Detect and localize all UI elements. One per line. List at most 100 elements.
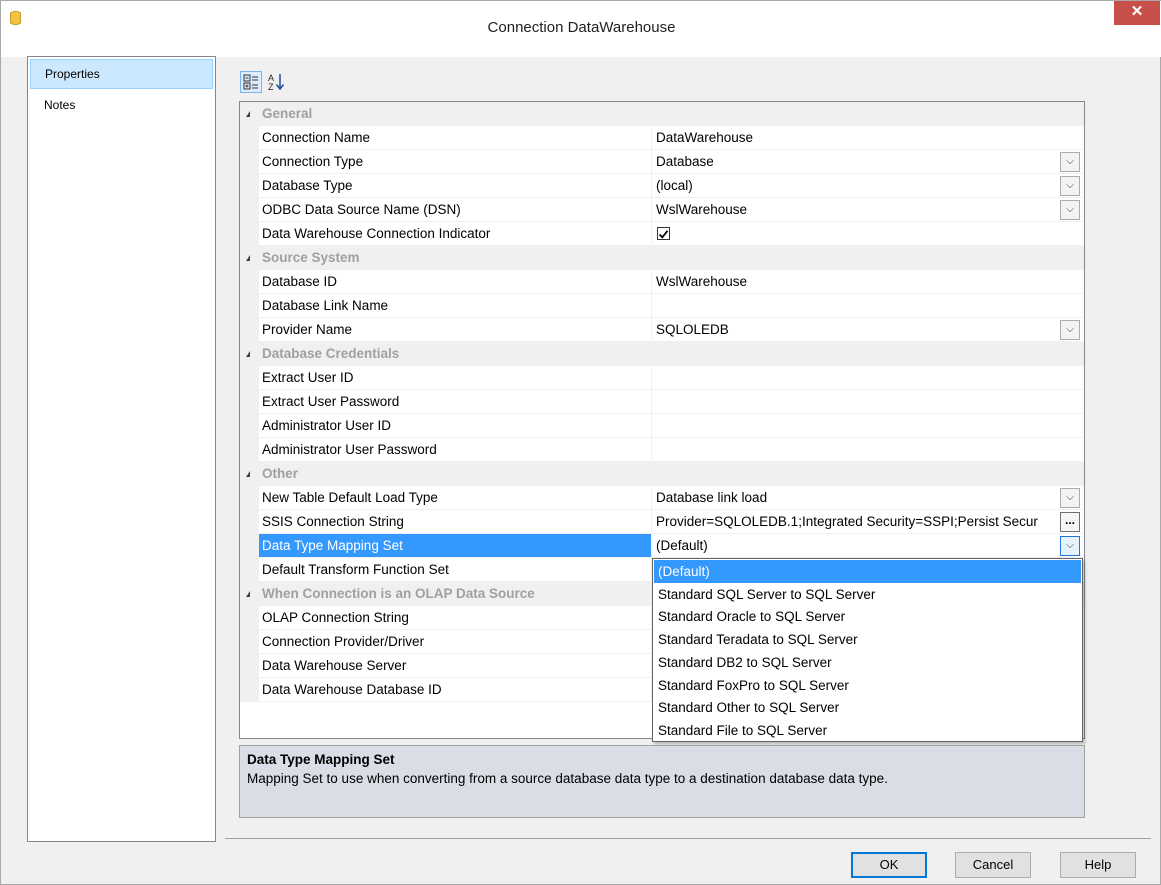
property-name[interactable]: Database Link Name xyxy=(259,294,652,318)
property-row[interactable]: SSIS Connection String Provider=SQLOLEDB.… xyxy=(240,510,1084,534)
ok-button[interactable]: OK xyxy=(851,852,927,878)
row-gutter xyxy=(240,438,259,462)
property-name[interactable]: Data Type Mapping Set xyxy=(259,534,652,558)
property-row[interactable]: Extract User Password xyxy=(240,390,1084,414)
row-gutter xyxy=(240,222,259,246)
close-button[interactable]: ✕ xyxy=(1114,1,1160,25)
row-gutter xyxy=(240,510,259,534)
category-row[interactable]: Source System xyxy=(240,246,1084,270)
property-row[interactable]: Database Link Name xyxy=(240,294,1084,318)
property-name[interactable]: Database Type xyxy=(259,174,652,198)
row-gutter xyxy=(240,606,259,630)
cancel-button[interactable]: Cancel xyxy=(955,852,1031,878)
alphabetical-sort-button[interactable]: A Z xyxy=(265,71,287,93)
property-value[interactable] xyxy=(652,414,1084,438)
row-gutter xyxy=(240,630,259,654)
chevron-down-icon: ⌵ xyxy=(1066,180,1074,191)
row-gutter xyxy=(240,318,259,342)
dropdown-button[interactable]: ⌵ xyxy=(1060,536,1080,556)
property-value[interactable]: Database link load xyxy=(652,486,1084,510)
property-row[interactable]: New Table Default Load Type Database link… xyxy=(240,486,1084,510)
property-name[interactable]: SSIS Connection String xyxy=(259,510,652,534)
dropdown-option[interactable]: Standard File to SQL Server xyxy=(654,719,1081,742)
dropdown-option[interactable]: Standard Teradata to SQL Server xyxy=(654,628,1081,651)
row-gutter xyxy=(240,366,259,390)
property-value[interactable] xyxy=(652,366,1084,390)
property-row[interactable]: Database Type (local) ⌵ xyxy=(240,174,1084,198)
property-value[interactable]: DataWarehouse xyxy=(652,126,1084,150)
property-row[interactable]: Administrator User Password xyxy=(240,438,1084,462)
dropdown-button[interactable]: ⌵ xyxy=(1060,200,1080,220)
nav-item-properties[interactable]: Properties xyxy=(30,59,213,89)
dropdown-option[interactable]: Standard Oracle to SQL Server xyxy=(654,605,1081,628)
property-name[interactable]: Connection Type xyxy=(259,150,652,174)
dropdown-option[interactable]: Standard DB2 to SQL Server xyxy=(654,651,1081,674)
property-value[interactable]: WslWarehouse xyxy=(652,270,1084,294)
property-value[interactable] xyxy=(652,438,1084,462)
property-value[interactable]: Database xyxy=(652,150,1084,174)
property-name[interactable]: Database ID xyxy=(259,270,652,294)
dropdown-option[interactable]: Standard Other to SQL Server xyxy=(654,696,1081,719)
property-name[interactable]: Administrator User ID xyxy=(259,414,652,438)
property-row[interactable]: Connection Name DataWarehouse xyxy=(240,126,1084,150)
row-gutter xyxy=(240,558,259,582)
property-name[interactable]: OLAP Connection String xyxy=(259,606,652,630)
checkbox[interactable] xyxy=(657,227,670,240)
property-name[interactable]: Default Transform Function Set xyxy=(259,558,652,582)
categorized-view-button[interactable] xyxy=(240,71,262,93)
chevron-down-icon: ⌵ xyxy=(1066,324,1074,335)
ellipsis-button[interactable]: ... xyxy=(1060,512,1080,532)
category-row[interactable]: Database Credentials xyxy=(240,342,1084,366)
description-text: Mapping Set to use when converting from … xyxy=(247,771,888,786)
chevron-down-icon: ⌵ xyxy=(1066,540,1074,551)
dropdown-option[interactable]: Standard FoxPro to SQL Server xyxy=(654,674,1081,697)
svg-text:Z: Z xyxy=(268,82,274,92)
nav-item-notes[interactable]: Notes xyxy=(30,90,213,120)
property-name[interactable]: Provider Name xyxy=(259,318,652,342)
property-row[interactable]: Connection Type Database ⌵ xyxy=(240,150,1084,174)
row-gutter xyxy=(240,150,259,174)
property-value[interactable] xyxy=(652,222,1084,246)
help-button[interactable]: Help xyxy=(1060,852,1136,878)
row-gutter xyxy=(240,534,259,558)
dropdown-option[interactable]: Standard SQL Server to SQL Server xyxy=(654,583,1081,606)
dropdown-button[interactable]: ⌵ xyxy=(1060,152,1080,172)
property-row[interactable]: Data Warehouse Connection Indicator xyxy=(240,222,1084,246)
property-value[interactable]: WslWarehouse xyxy=(652,198,1084,222)
property-name[interactable]: Connection Provider/Driver xyxy=(259,630,652,654)
property-name[interactable]: ODBC Data Source Name (DSN) xyxy=(259,198,652,222)
chevron-down-icon: ⌵ xyxy=(1066,156,1074,167)
property-row[interactable]: Database ID WslWarehouse xyxy=(240,270,1084,294)
property-name[interactable]: Extract User Password xyxy=(259,390,652,414)
property-name[interactable]: Data Warehouse Server xyxy=(259,654,652,678)
property-value[interactable]: SQLOLEDB xyxy=(652,318,1084,342)
property-value[interactable]: (Default) xyxy=(652,534,1084,558)
property-row[interactable]: Data Type Mapping Set (Default) ⌵ xyxy=(240,534,1084,558)
dropdown-button[interactable]: ⌵ xyxy=(1060,320,1080,340)
chevron-down-icon: ⌵ xyxy=(1066,492,1074,503)
property-name[interactable]: Data Warehouse Database ID xyxy=(259,678,652,702)
property-value[interactable]: (local) xyxy=(652,174,1084,198)
dropdown-button[interactable]: ⌵ xyxy=(1060,488,1080,508)
category-label: General xyxy=(262,106,313,121)
mapping-set-dropdown-list[interactable]: (Default) Standard SQL Server to SQL Serv… xyxy=(652,558,1083,742)
category-row[interactable]: Other xyxy=(240,462,1084,486)
row-gutter xyxy=(240,174,259,198)
property-row[interactable]: ODBC Data Source Name (DSN) WslWarehouse ⌵ xyxy=(240,198,1084,222)
button-separator xyxy=(225,838,1151,839)
property-value[interactable]: Provider=SQLOLEDB.1;Integrated Security=… xyxy=(652,510,1084,534)
description-title: Data Type Mapping Set xyxy=(247,752,395,767)
property-name[interactable]: Data Warehouse Connection Indicator xyxy=(259,222,652,246)
property-value[interactable] xyxy=(652,294,1084,318)
property-row[interactable]: Extract User ID xyxy=(240,366,1084,390)
property-name[interactable]: Connection Name xyxy=(259,126,652,150)
category-row[interactable]: General xyxy=(240,102,1084,126)
property-row[interactable]: Provider Name SQLOLEDB ⌵ xyxy=(240,318,1084,342)
property-value[interactable] xyxy=(652,390,1084,414)
property-name[interactable]: New Table Default Load Type xyxy=(259,486,652,510)
dropdown-button[interactable]: ⌵ xyxy=(1060,176,1080,196)
property-name[interactable]: Extract User ID xyxy=(259,366,652,390)
property-row[interactable]: Administrator User ID xyxy=(240,414,1084,438)
dropdown-option[interactable]: (Default) xyxy=(654,560,1081,583)
property-name[interactable]: Administrator User Password xyxy=(259,438,652,462)
